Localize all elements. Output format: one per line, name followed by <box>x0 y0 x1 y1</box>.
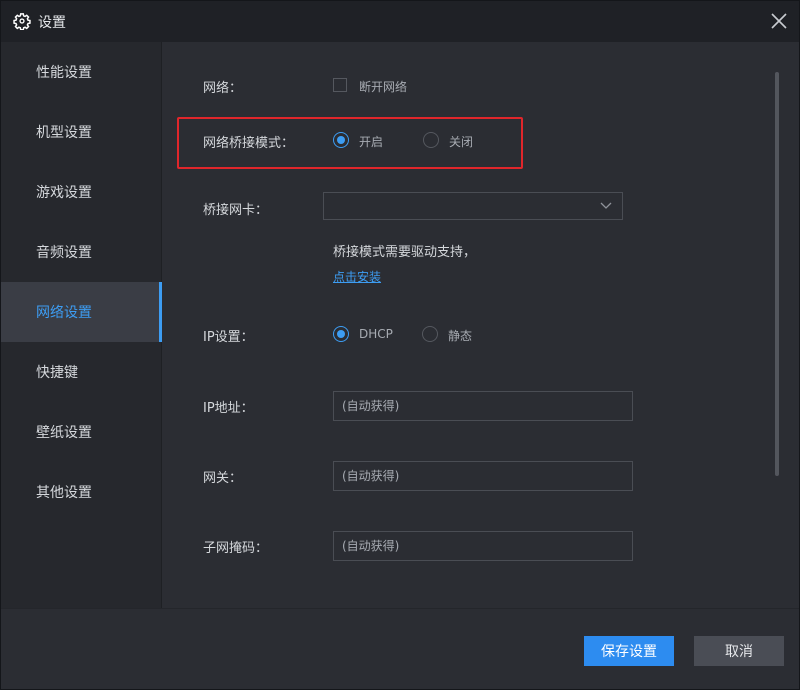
bridge-nic-label: 桥接网卡： <box>203 203 269 218</box>
sidebar-item-wallpaper[interactable]: 壁纸设置 <box>1 402 162 462</box>
window-title: 设置 <box>38 15 66 31</box>
sidebar-item-label: 其他设置 <box>36 485 92 501</box>
bridge-nic-select[interactable] <box>323 192 623 220</box>
sidebar-item-performance[interactable]: 性能设置 <box>1 42 162 102</box>
cancel-button[interactable]: 取消 <box>694 636 784 666</box>
bridge-off-label: 关闭 <box>449 135 474 149</box>
ip-setting-label: IP设置： <box>203 330 254 345</box>
sidebar-item-game[interactable]: 游戏设置 <box>1 162 162 222</box>
gateway-input[interactable] <box>333 461 633 491</box>
gateway-label: 网关： <box>203 471 243 486</box>
gear-icon <box>13 13 31 30</box>
chevron-down-icon <box>600 202 612 209</box>
ip-static-label: 静态 <box>448 329 473 343</box>
disconnect-network-label: 断开网络 <box>359 80 408 94</box>
network-settings-panel: 网络： 断开网络 网络桥接模式： 开启 关闭 桥接网卡： 桥接模式需要驱动支持，… <box>163 42 799 608</box>
close-icon[interactable] <box>769 11 789 31</box>
ip-address-input[interactable] <box>333 391 633 421</box>
bridge-off-radio[interactable] <box>423 132 439 148</box>
ip-dhcp-radio[interactable] <box>333 326 349 342</box>
sidebar-item-label: 音频设置 <box>36 245 92 261</box>
ip-static-radio[interactable] <box>422 326 438 342</box>
save-button[interactable]: 保存设置 <box>584 636 674 666</box>
sidebar-item-label: 壁纸设置 <box>36 425 92 441</box>
title-bar: 设置 <box>1 1 799 42</box>
sidebar-item-shortcuts[interactable]: 快捷键 <box>1 342 162 402</box>
bridge-on-label: 开启 <box>359 135 384 149</box>
sidebar-item-label: 游戏设置 <box>36 185 92 201</box>
ip-address-label: IP地址： <box>203 401 254 416</box>
bridge-mode-label: 网络桥接模式： <box>203 136 295 151</box>
subnet-mask-label: 子网掩码： <box>203 541 269 556</box>
sidebar-item-other[interactable]: 其他设置 <box>1 462 162 522</box>
install-driver-link[interactable]: 点击安装 <box>333 268 381 285</box>
sidebar-item-label: 性能设置 <box>36 65 92 81</box>
ip-dhcp-label: DHCP <box>359 327 393 341</box>
sidebar-item-network[interactable]: 网络设置 <box>1 282 162 342</box>
sidebar-item-label: 网络设置 <box>36 305 92 321</box>
sidebar: 性能设置 机型设置 游戏设置 音频设置 网络设置 快捷键 壁纸设置 其他设置 <box>1 42 162 608</box>
bridge-on-radio[interactable] <box>333 132 349 148</box>
disconnect-network-checkbox[interactable] <box>333 78 347 92</box>
scrollbar[interactable] <box>775 72 779 476</box>
footer: 保存设置 取消 <box>1 608 799 689</box>
settings-window: 设置 性能设置 机型设置 游戏设置 音频设置 网络设置 快捷键 壁纸设置 其他设… <box>0 0 800 690</box>
sidebar-item-label: 机型设置 <box>36 125 92 141</box>
sidebar-item-audio[interactable]: 音频设置 <box>1 222 162 282</box>
network-label: 网络： <box>203 81 243 96</box>
driver-note: 桥接模式需要驱动支持， <box>333 245 477 260</box>
subnet-mask-input[interactable] <box>333 531 633 561</box>
sidebar-item-model[interactable]: 机型设置 <box>1 102 162 162</box>
sidebar-item-label: 快捷键 <box>36 365 78 381</box>
